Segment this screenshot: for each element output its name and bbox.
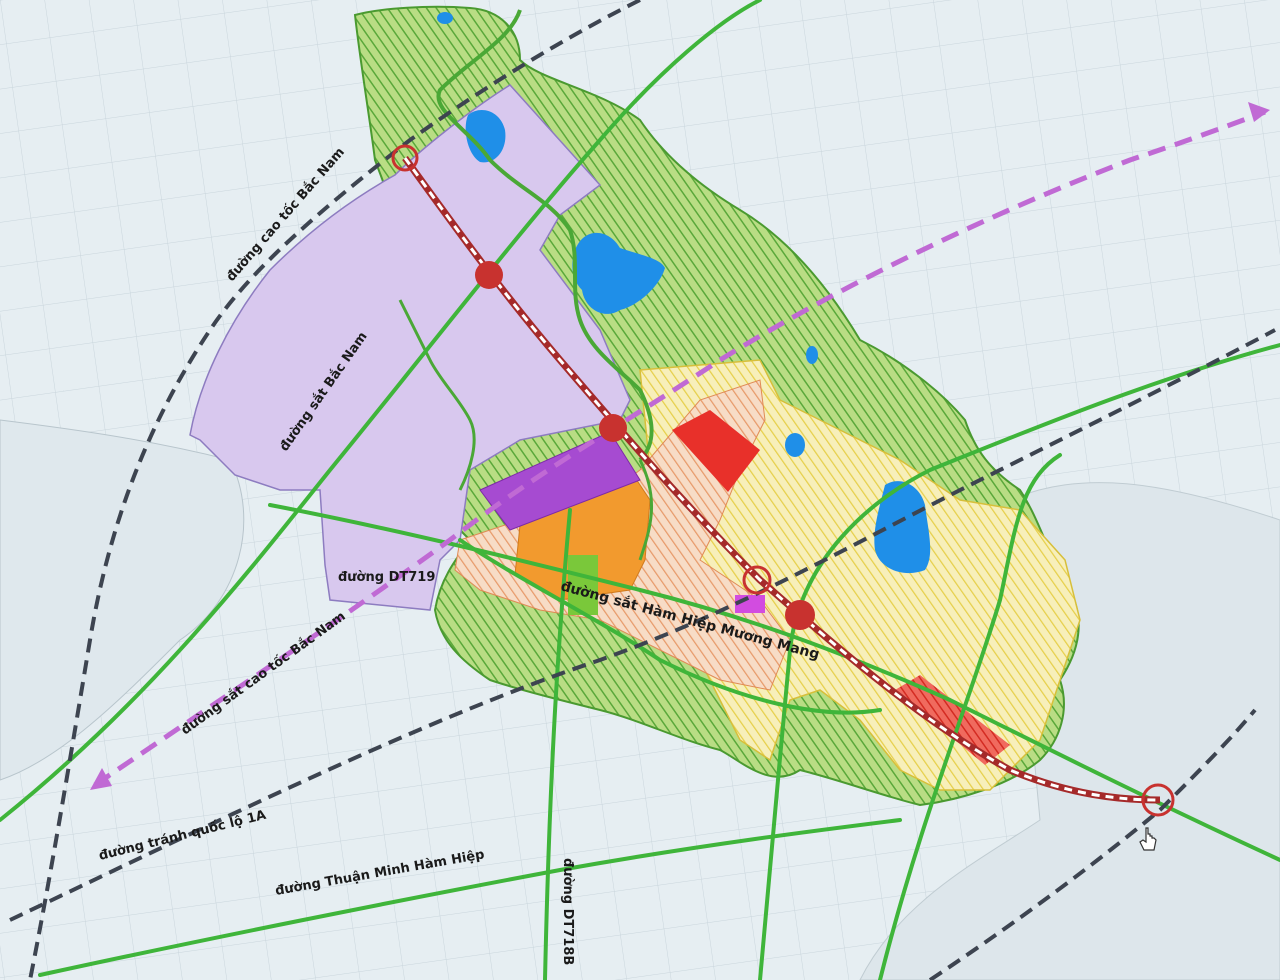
pond-top (437, 12, 453, 24)
pond-east (785, 433, 805, 457)
station-dot (599, 414, 627, 442)
pond-east-small (806, 346, 818, 364)
station-dot (475, 261, 503, 289)
label-dt718b: đường DT718B (560, 858, 575, 965)
planning-map: đường cao tốc Bắc Nam đường sắt Bắc Nam … (0, 0, 1280, 980)
label-dt719: đường DT719 (338, 570, 435, 585)
station-dot (785, 600, 815, 630)
